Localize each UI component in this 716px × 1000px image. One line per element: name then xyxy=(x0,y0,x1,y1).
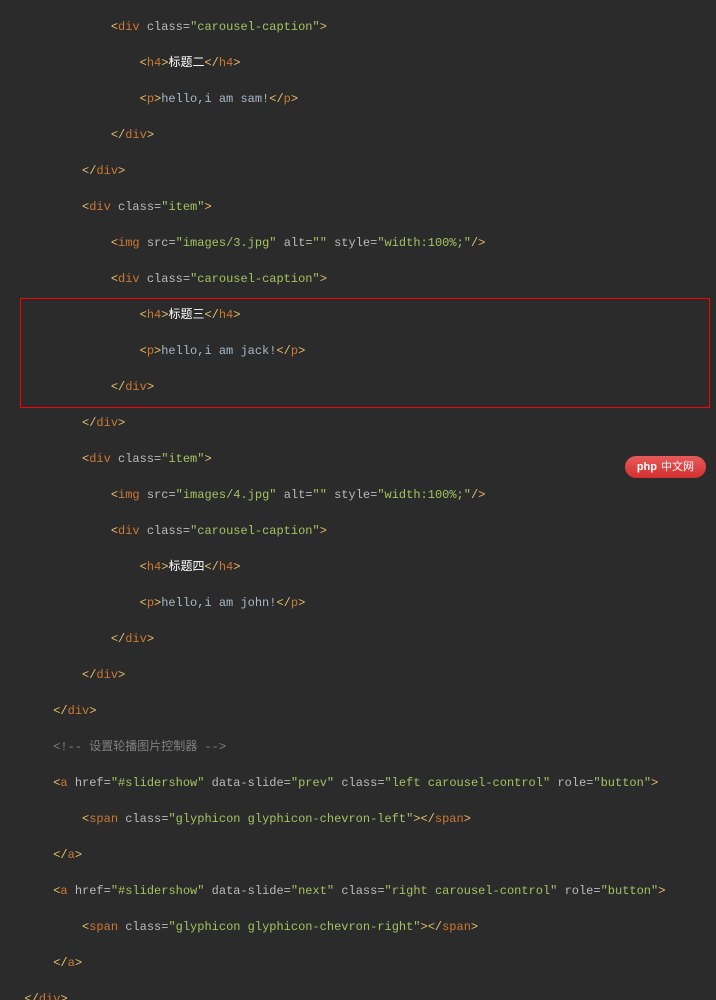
code-line: <img src="images/3.jpg" alt="" style="wi… xyxy=(10,234,716,252)
code-line: </div> xyxy=(10,414,716,432)
attr-val: images/3.jpg xyxy=(183,236,269,250)
code-line: <span class="glyphicon glyphicon-chevron… xyxy=(10,918,716,936)
code-line: </div> xyxy=(10,630,716,648)
text: hello,i am john! xyxy=(161,596,276,610)
attr-val: next xyxy=(298,884,327,898)
code-line: </div> xyxy=(10,126,716,144)
code-line: </a> xyxy=(10,954,716,972)
text: hello,i am jack! xyxy=(161,344,276,358)
attr-val: #slidershow xyxy=(118,776,197,790)
code-line: <div class="carousel-caption"> xyxy=(10,270,716,288)
code-line: <h4>标题二</h4> xyxy=(10,54,716,72)
attr-val: glyphicon glyphicon-chevron-left xyxy=(176,812,406,826)
code-line: <a href="#slidershow" data-slide="next" … xyxy=(10,882,716,900)
code-line: <p>hello,i am john!</p> xyxy=(10,594,716,612)
code-line: <div class="item"> xyxy=(10,450,716,468)
attr-val: glyphicon glyphicon-chevron-right xyxy=(176,920,414,934)
code-line: </div> xyxy=(10,666,716,684)
code-line: </div> xyxy=(10,702,716,720)
attr-val: right carousel-control xyxy=(392,884,550,898)
text: 标题二 xyxy=(168,56,204,70)
attr-val: #slidershow xyxy=(118,884,197,898)
attr-val: item xyxy=(168,452,197,466)
code-line: <p>hello,i am jack!</p> xyxy=(10,342,716,360)
attr-val: carousel-caption xyxy=(197,20,312,34)
code-line: <a href="#slidershow" data-slide="prev" … xyxy=(10,774,716,792)
attr-val: button xyxy=(601,776,644,790)
code-line: <h4>标题三</h4> xyxy=(10,306,716,324)
attr-val: prev xyxy=(298,776,327,790)
code-line: </div> xyxy=(10,990,716,1000)
code-line: <p>hello,i am sam!</p> xyxy=(10,90,716,108)
code-editor-content[interactable]: <div class="carousel-caption"> <h4>标题二</… xyxy=(0,0,716,1000)
code-line: <img src="images/4.jpg" alt="" style="wi… xyxy=(10,486,716,504)
watermark-brand: php xyxy=(637,461,657,473)
text: 标题四 xyxy=(168,560,204,574)
attr-val: left carousel-control xyxy=(392,776,543,790)
attr-val: carousel-caption xyxy=(197,272,312,286)
code-line: <span class="glyphicon glyphicon-chevron… xyxy=(10,810,716,828)
code-line: <div class="item"> xyxy=(10,198,716,216)
code-line: <!-- 设置轮播图片控制器 --> xyxy=(10,738,716,756)
watermark-badge: php 中文网 xyxy=(625,456,706,479)
text: hello,i am sam! xyxy=(161,92,269,106)
code-line: </a> xyxy=(10,846,716,864)
text: 标题三 xyxy=(168,308,204,322)
attr-val: button xyxy=(608,884,651,898)
watermark-cn: 中文网 xyxy=(661,461,694,473)
code-line: <div class="carousel-caption"> xyxy=(10,18,716,36)
attr-val: carousel-caption xyxy=(197,524,312,538)
code-line: <h4>标题四</h4> xyxy=(10,558,716,576)
code-line: <div class="carousel-caption"> xyxy=(10,522,716,540)
attr-val: item xyxy=(168,200,197,214)
attr-val: width:100%; xyxy=(385,236,464,250)
code-line: </div> xyxy=(10,378,716,396)
comment: <!-- 设置轮播图片控制器 --> xyxy=(53,740,226,754)
code-line: </div> xyxy=(10,162,716,180)
